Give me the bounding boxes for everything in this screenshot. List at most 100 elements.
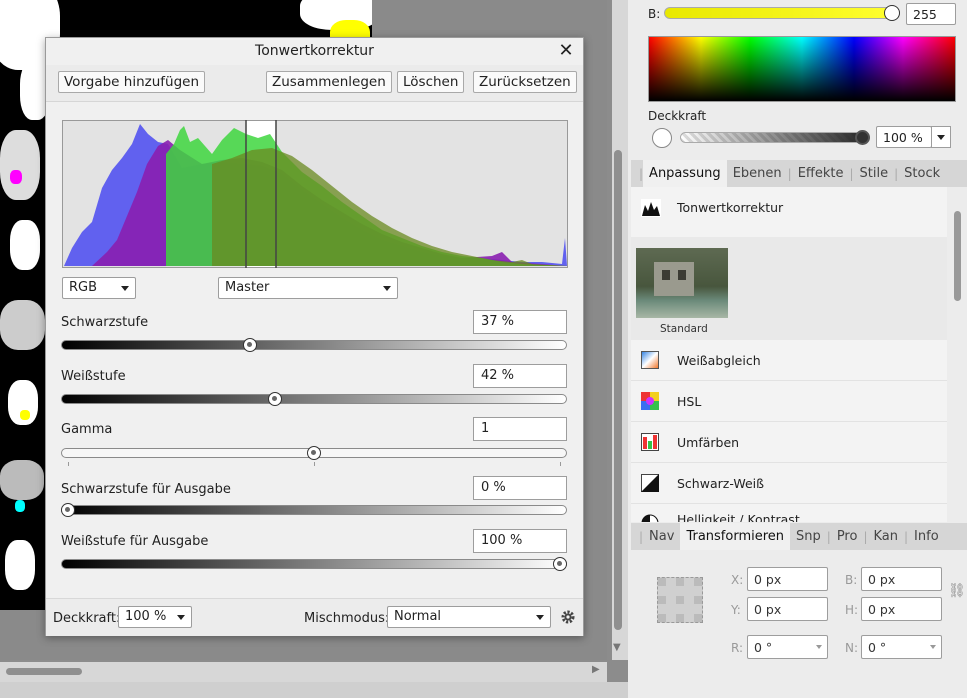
output-white-field[interactable]: 100 %	[473, 529, 567, 553]
output-white-slider-knob[interactable]	[553, 557, 567, 571]
dialog-title: Tonwertkorrektur	[46, 38, 583, 65]
scroll-right-arrow-icon[interactable]: ▶	[592, 664, 600, 675]
link-aspect-icon[interactable]: ⛓	[948, 583, 966, 599]
tab-kan[interactable]: Kan	[867, 523, 904, 550]
canvas-horizontal-scrollbar[interactable]	[0, 662, 607, 682]
adjust-item-hsl[interactable]: HSL	[631, 381, 947, 422]
adjust-item-label: Weißabgleich	[677, 352, 761, 368]
tab-effekte[interactable]: Effekte	[792, 160, 850, 187]
tab-snp[interactable]: Snp	[790, 523, 827, 550]
recolor-icon	[641, 433, 659, 451]
preset-label: Standard	[660, 323, 708, 335]
output-black-label: Schwarzstufe für Ausgabe	[61, 482, 231, 497]
color-opacity-value-field[interactable]: 100 %	[876, 126, 932, 148]
x-field[interactable]: 0 px	[747, 567, 828, 591]
output-black-field[interactable]: 0 %	[473, 476, 567, 500]
mode-select[interactable]: Master	[218, 277, 398, 299]
chevron-down-icon	[383, 286, 391, 291]
chevron-down-icon	[177, 615, 185, 620]
tab-ebenen[interactable]: Ebenen	[727, 160, 788, 187]
levels-icon	[641, 199, 661, 217]
adjust-item-label: Umfärben	[677, 434, 740, 450]
tab-stile[interactable]: Stile	[854, 160, 895, 187]
chevron-down-icon	[930, 645, 936, 649]
gear-icon[interactable]	[560, 609, 576, 625]
rotation-value: 0 °	[754, 639, 773, 655]
y-field[interactable]: 0 px	[747, 597, 828, 621]
color-opacity-label: Deckkraft	[648, 109, 707, 123]
layer-opacity-value: 100 %	[125, 609, 167, 624]
close-icon[interactable]: ✕	[555, 40, 577, 62]
scroll-down-arrow-icon[interactable]: ▼	[613, 642, 621, 653]
black-level-field[interactable]: 37 %	[473, 310, 567, 334]
preset-thumbnail-standard[interactable]	[636, 248, 728, 318]
shear-value: 0 °	[868, 639, 887, 655]
white-level-slider-track[interactable]	[61, 394, 567, 404]
chevron-down-icon	[121, 286, 129, 291]
gamma-tick	[314, 462, 315, 466]
black-level-slider-knob[interactable]	[243, 338, 258, 352]
tab-nav[interactable]: Nav	[643, 523, 680, 550]
white-balance-icon	[641, 351, 659, 369]
adjust-item-white-balance[interactable]: Weißabgleich	[631, 340, 947, 381]
thumbnail-window	[678, 270, 686, 280]
layer-opacity-select[interactable]: 100 %	[118, 606, 192, 628]
gamma-tick	[560, 462, 561, 466]
output-black-slider-knob[interactable]	[61, 503, 75, 517]
canvas-vertical-scroll-thumb[interactable]	[614, 150, 622, 630]
layer-opacity-label: Deckkraft:	[53, 611, 121, 626]
transform-panel-tabbar: | Nav Transformieren Snp | Pro | Kan | I…	[631, 523, 967, 550]
adjustment-list-scrollbar[interactable]	[951, 195, 965, 520]
merge-button[interactable]: Zusammenlegen	[266, 71, 392, 93]
color-spectrum-picker[interactable]	[648, 36, 956, 102]
channel-select[interactable]: RGB	[62, 277, 136, 299]
chevron-down-icon	[536, 615, 544, 620]
canvas-horizontal-scroll-thumb[interactable]	[6, 668, 82, 675]
add-preset-button[interactable]: Vorgabe hinzufügen	[58, 71, 206, 93]
tab-info[interactable]: Info	[908, 523, 945, 550]
adjust-item-recolor[interactable]: Umfärben	[631, 422, 947, 463]
delete-button[interactable]: Löschen	[397, 71, 465, 93]
color-opacity-slider-track[interactable]	[680, 132, 870, 143]
reset-button[interactable]: Zurücksetzen	[473, 71, 577, 93]
rotation-label: R:	[731, 641, 744, 655]
y-label: Y:	[731, 603, 741, 617]
mode-select-value: Master	[225, 280, 270, 295]
tab-pro[interactable]: Pro	[831, 523, 864, 550]
b-channel-slider-track[interactable]	[664, 7, 900, 19]
black-level-slider-track[interactable]	[61, 340, 567, 350]
histogram[interactable]	[62, 120, 568, 268]
b-channel-value-field[interactable]: 255	[906, 3, 956, 25]
shear-field[interactable]: 0 °	[861, 635, 942, 659]
color-opacity-dropdown-button[interactable]	[931, 126, 951, 148]
output-black-slider-track[interactable]	[61, 505, 567, 515]
adjustment-panel-tabbar: | Anpassung Ebenen | Effekte | Stile | S…	[631, 160, 967, 187]
white-level-field[interactable]: 42 %	[473, 364, 567, 388]
rotation-field[interactable]: 0 °	[747, 635, 828, 659]
tab-stock[interactable]: Stock	[898, 160, 946, 187]
color-opacity-slider-knob[interactable]	[855, 130, 870, 145]
gamma-slider-knob[interactable]	[307, 446, 321, 460]
b-channel-label: B:	[648, 7, 661, 21]
tab-transformieren[interactable]: Transformieren	[680, 523, 791, 550]
adjustment-header-row[interactable]: Tonwertkorrektur	[631, 187, 947, 237]
tab-anpassung[interactable]: Anpassung	[643, 160, 727, 187]
output-white-slider-track[interactable]	[61, 559, 567, 569]
b-channel-slider-knob[interactable]	[884, 5, 900, 21]
adjustment-list-scroll-thumb[interactable]	[954, 211, 961, 301]
blend-mode-select[interactable]: Normal	[387, 606, 551, 628]
black-white-icon	[641, 474, 659, 492]
width-field[interactable]: 0 px	[861, 567, 942, 591]
anchor-point-selector[interactable]	[657, 577, 703, 623]
height-field[interactable]: 0 px	[861, 597, 942, 621]
no-color-swatch[interactable]	[652, 128, 672, 148]
white-level-slider-knob[interactable]	[267, 392, 282, 406]
output-white-label: Weißstufe für Ausgabe	[61, 534, 209, 549]
adjust-item-brightness-contrast[interactable]: Helligkeit / Kontrast	[631, 504, 947, 522]
levels-dialog: Tonwertkorrektur ✕ Vorgabe hinzufügen Zu…	[45, 37, 584, 636]
adjust-item-black-white[interactable]: Schwarz-Weiß	[631, 463, 947, 504]
gamma-field[interactable]: 1	[473, 417, 567, 441]
blend-mode-value: Normal	[394, 609, 442, 624]
adjust-item-label: Helligkeit / Kontrast	[677, 512, 800, 522]
adjustment-header-label: Tonwertkorrektur	[677, 200, 784, 215]
